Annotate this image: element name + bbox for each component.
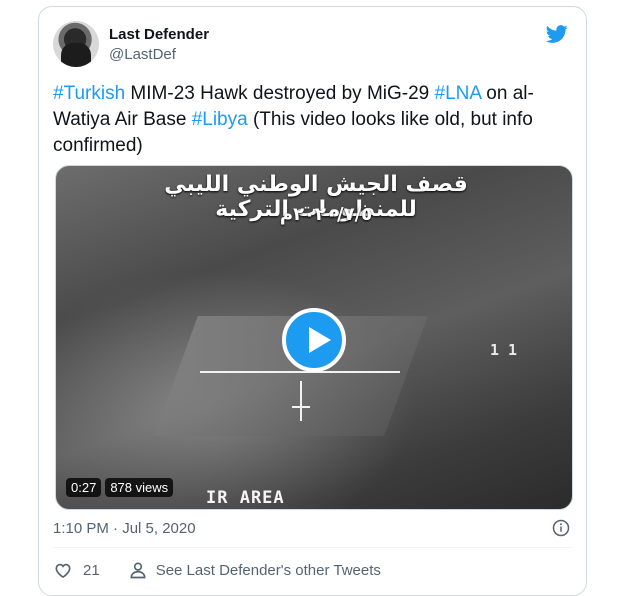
crosshair-tick [292,406,310,408]
tweet-text-part: MIM-23 Hawk destroyed by MiG-29 [125,83,435,104]
like-count[interactable]: 21 [83,562,100,579]
divider [53,547,573,548]
video-player[interactable]: قصف الجيش الوطني الليبي للمنظومات التركي… [55,165,573,510]
video-views: 878 views [105,478,174,497]
hashtag-libya[interactable]: #Libya [192,109,248,130]
hud-ir-label: IR AREA [206,488,285,508]
person-icon[interactable] [128,560,148,580]
hashtag-lna[interactable]: #LNA [435,83,481,104]
heart-icon[interactable] [53,560,73,580]
author-name[interactable]: Last Defender [109,26,209,43]
tweet-actions: 21 See Last Defender's other Tweets [53,560,381,580]
info-icon[interactable] [552,519,570,537]
video-overlay-date: ٢٠٢٠/٧/٥م [279,204,373,225]
play-icon[interactable] [282,308,346,372]
twitter-bird-icon[interactable] [544,23,570,45]
see-other-tweets-link[interactable]: See Last Defender's other Tweets [156,562,381,579]
avatar[interactable] [53,21,99,67]
tweet-timestamp[interactable]: 1:10 PM · Jul 5, 2020 [53,520,196,537]
crosshair-horizontal [200,371,400,373]
tweet-card: Last Defender @LastDef #Turkish MIM-23 H… [38,6,587,596]
tweet-text: #Turkish MIM-23 Hawk destroyed by MiG-29… [53,81,563,159]
crosshair-vertical [300,381,302,421]
video-duration: 0:27 [66,478,102,497]
hud-number: 1 1 [490,341,518,359]
author-handle[interactable]: @LastDef [109,46,176,63]
video-badges: 0:27 878 views [66,478,174,497]
hashtag-turkish[interactable]: #Turkish [53,83,125,104]
